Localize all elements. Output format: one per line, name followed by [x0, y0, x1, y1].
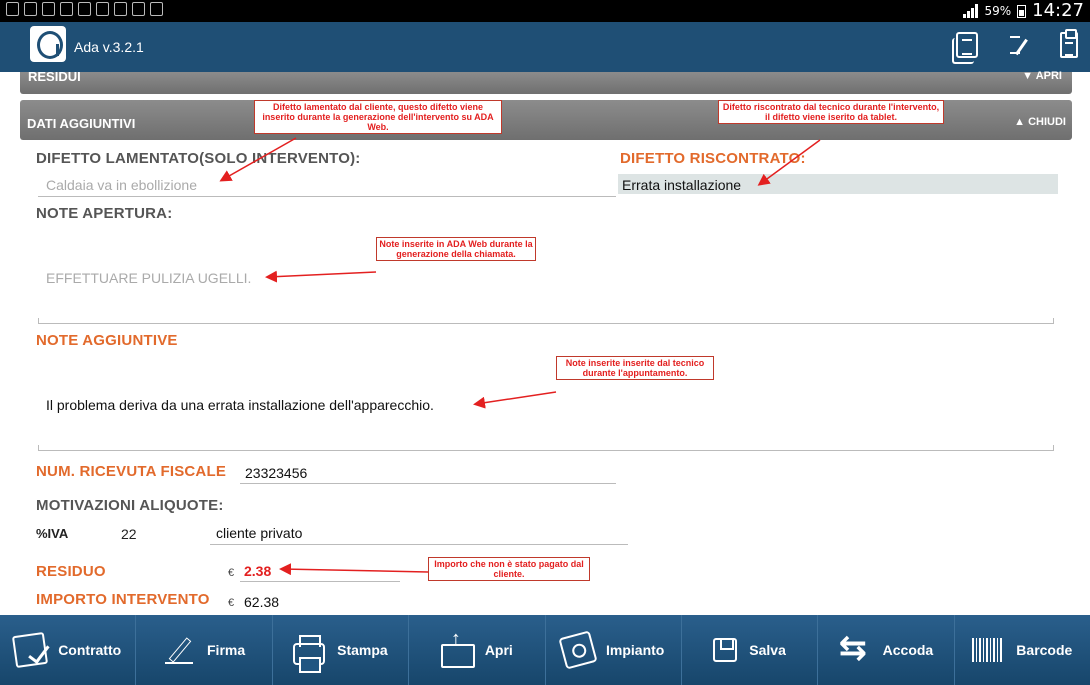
notification-icon: [42, 2, 55, 16]
impianto-button[interactable]: Impianto: [546, 615, 682, 685]
num-ricevuta-label: NUM. RICEVUTA FISCALE: [36, 463, 227, 480]
notification-icon: [114, 2, 127, 16]
clipboard-icon[interactable]: [1060, 29, 1078, 58]
open-folder-icon: [440, 628, 475, 668]
note-aggiuntive-underline: [38, 445, 1054, 451]
salva-button[interactable]: Salva: [682, 615, 819, 685]
contratto-button[interactable]: Contratto: [0, 615, 137, 685]
num-ricevuta-field[interactable]: 23323456: [245, 465, 307, 481]
difetto-riscontrato-field[interactable]: Errata installazione: [622, 177, 741, 193]
plant-icon: [558, 630, 598, 670]
barcode-button-label: Barcode: [1016, 642, 1073, 658]
notification-icon: [132, 2, 145, 16]
difetto-riscontrato-label: DIFETTO RISCONTRATO:: [620, 150, 806, 167]
battery-icon: [1017, 4, 1027, 18]
salva-button-label: Salva: [749, 642, 786, 658]
section-dati-aggiuntivi-label: DATI AGGIUNTIVI: [27, 116, 136, 131]
residuo-underline: [240, 581, 400, 582]
apri-button-label: Apri: [484, 642, 513, 658]
contratto-button-label: Contratto: [58, 642, 122, 658]
note-aggiuntive-field[interactable]: Il problema deriva da una errata install…: [46, 397, 434, 413]
annotation-note-apertura: Note inserite in ADA Web durante la gene…: [376, 237, 536, 261]
section-residui-toggle[interactable]: ▼ APRI: [1022, 70, 1062, 82]
app-title: Ada v.3.2.1: [74, 39, 144, 55]
difetto-lamentato-field[interactable]: Caldaia va in ebollizione: [46, 177, 197, 193]
signal-icon: [963, 4, 979, 18]
notification-icon: [60, 2, 73, 16]
save-icon: [713, 638, 738, 662]
num-ricevuta-underline: [240, 483, 616, 484]
bottom-toolbar: Contratto Firma Stampa Apri Impianto Sal…: [0, 615, 1090, 685]
printer-icon: [293, 635, 326, 673]
residuo-currency: €: [228, 567, 235, 579]
signature-icon: [163, 634, 195, 666]
status-bar: 59% 14:27: [0, 0, 1090, 22]
notification-icon: [24, 2, 37, 16]
queue-arrows-icon: [839, 628, 871, 668]
section-dati-aggiuntivi-toggle[interactable]: ▲ CHIUDI: [1014, 116, 1066, 128]
annotation-note-aggiuntive: Note inserite inserite dal tecnico duran…: [556, 356, 714, 380]
iva-description-field[interactable]: cliente privato: [216, 525, 302, 541]
note-apertura-field[interactable]: EFFETTUARE PULIZIA UGELLI.: [46, 270, 251, 286]
section-residui-header[interactable]: RESIDUI ▼ APRI: [20, 69, 1072, 94]
clock: 14:27: [1032, 0, 1084, 21]
residuo-value: 2.38: [244, 563, 272, 579]
iva-description-underline: [210, 544, 628, 545]
app-bar: Ada v.3.2.1: [0, 22, 1090, 72]
iva-label: %IVA: [36, 526, 69, 541]
residuo-label: RESIDUO: [36, 563, 106, 580]
motivazioni-label: MOTIVAZIONI ALIQUOTE:: [36, 497, 224, 514]
arrow-note-apertura: [265, 270, 377, 283]
note-apertura-underline: [38, 318, 1054, 324]
stampa-button-label: Stampa: [337, 642, 388, 658]
difetto-lamentato-underline: [38, 196, 616, 197]
contract-icon: [12, 631, 49, 669]
notification-icon: [6, 2, 19, 16]
annotation-difetto-riscontrato: Difetto riscontrato dal tecnico durante …: [718, 100, 944, 124]
notification-icon: [78, 2, 91, 16]
impianto-button-label: Impianto: [606, 642, 665, 658]
notification-icons: [6, 2, 163, 16]
firma-button[interactable]: Firma: [136, 615, 273, 685]
firma-button-label: Firma: [207, 642, 246, 658]
accoda-button[interactable]: Accoda: [818, 615, 955, 685]
notification-icon: [96, 2, 109, 16]
notification-icon: [150, 2, 163, 16]
importo-field[interactable]: 62.38: [244, 594, 279, 610]
stampa-button[interactable]: Stampa: [273, 615, 410, 685]
app-logo-icon: [30, 26, 66, 62]
battery-percent: 59%: [984, 4, 1012, 18]
arrow-note-aggiuntive: [473, 391, 557, 409]
edit-list-icon[interactable]: [1008, 32, 1030, 58]
arrow-residuo: [279, 563, 429, 576]
documents-icon[interactable]: [952, 32, 978, 64]
annotation-residuo: Importo che non è stato pagato dal clien…: [428, 557, 590, 581]
barcode-icon: [972, 638, 1005, 662]
apri-button[interactable]: Apri: [409, 615, 546, 685]
annotation-difetto-lamentato: Difetto lamentato dal cliente, questo di…: [254, 100, 502, 134]
difetto-lamentato-label: DIFETTO LAMENTATO(SOLO INTERVENTO):: [36, 150, 361, 167]
importo-currency: €: [228, 597, 235, 609]
accoda-button-label: Accoda: [882, 642, 934, 658]
iva-value: 22: [121, 526, 137, 542]
section-residui-label: RESIDUI: [28, 69, 81, 84]
note-apertura-label: NOTE APERTURA:: [36, 205, 173, 222]
note-aggiuntive-label: NOTE AGGIUNTIVE: [36, 332, 178, 349]
barcode-button[interactable]: Barcode: [955, 615, 1090, 685]
importo-label: IMPORTO INTERVENTO: [36, 591, 210, 608]
